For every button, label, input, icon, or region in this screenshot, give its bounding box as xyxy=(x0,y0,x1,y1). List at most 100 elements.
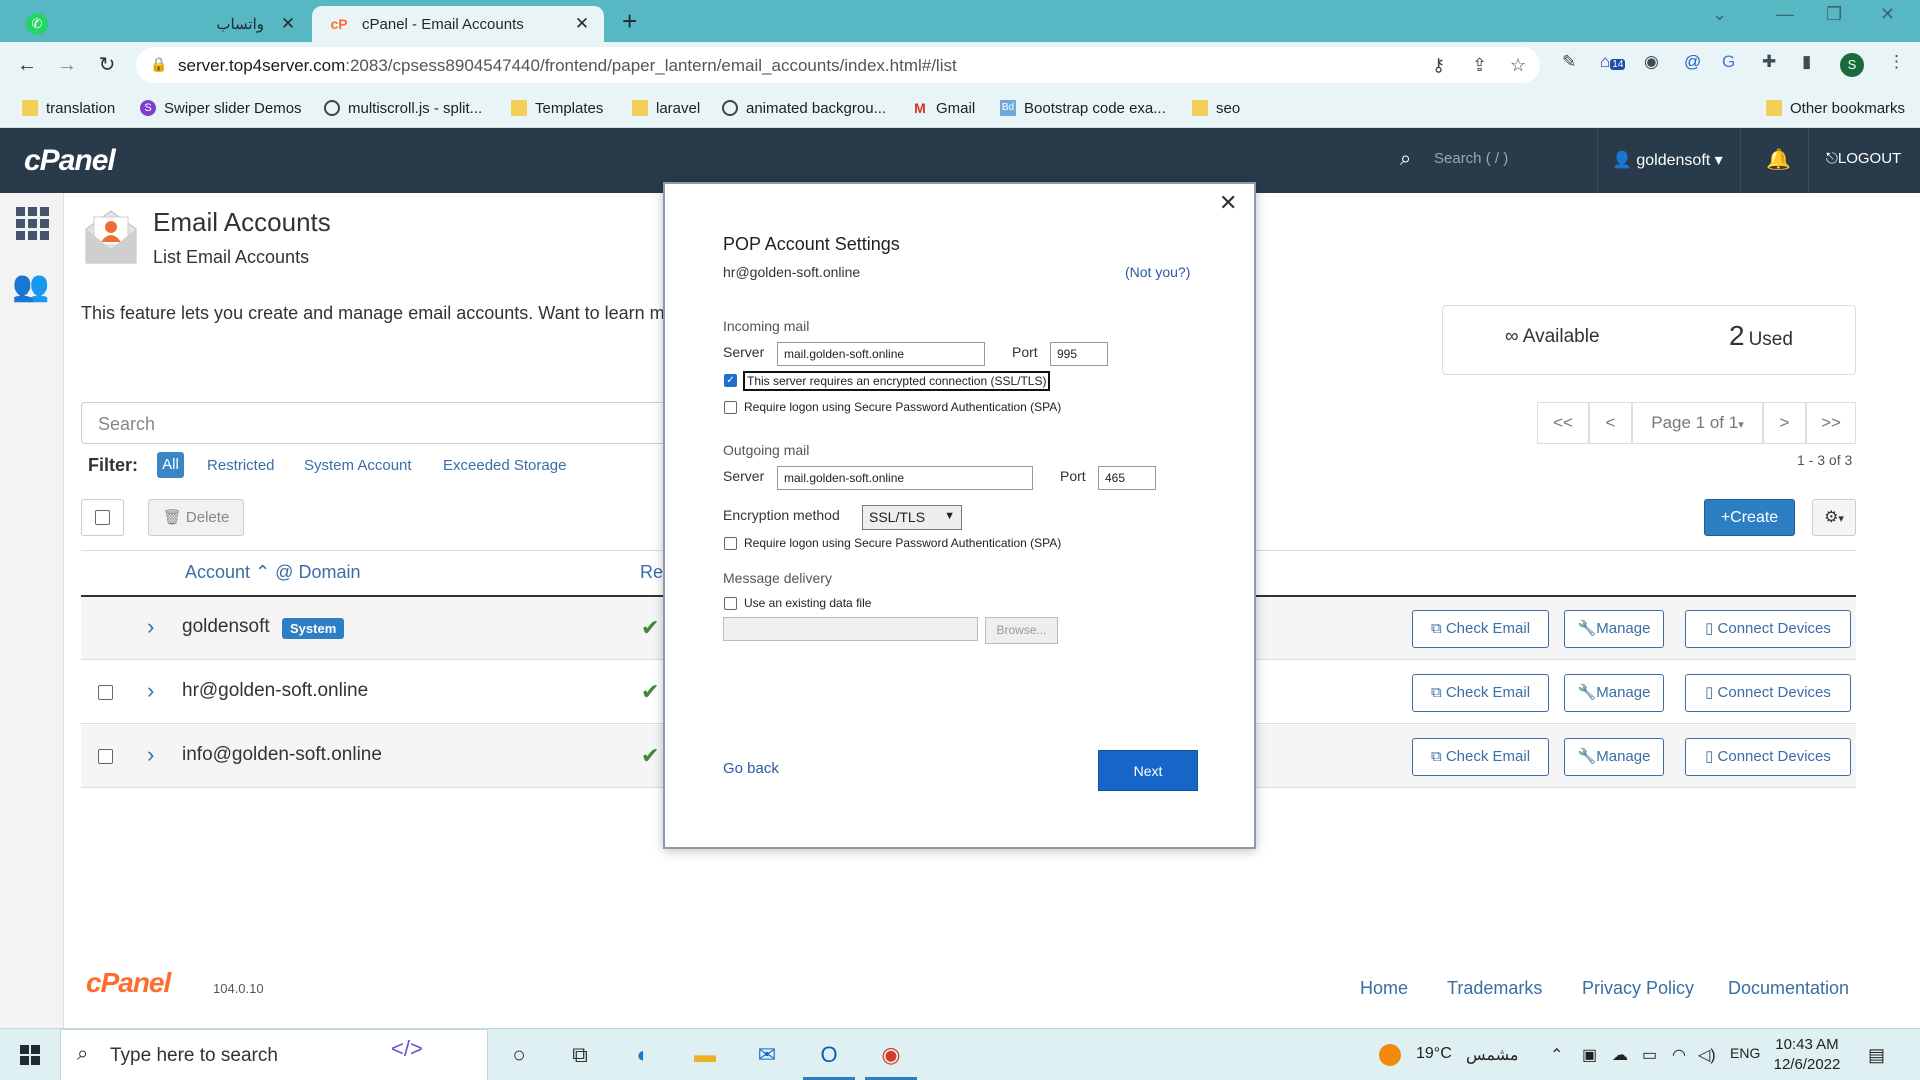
back-arrow-icon[interactable]: ← xyxy=(12,50,42,80)
connect-devices-button[interactable]: ▯ Connect Devices xyxy=(1685,738,1851,776)
footer-link-home[interactable]: Home xyxy=(1360,978,1408,999)
outgoing-spa-checkbox[interactable] xyxy=(724,537,737,550)
connect-devices-button[interactable]: ▯ Connect Devices xyxy=(1685,610,1851,648)
bookmark-templates[interactable]: Templates xyxy=(511,98,603,118)
settings-dropdown-button[interactable]: ⚙▾ xyxy=(1812,499,1856,536)
tray-chevron-up-icon[interactable]: ⌃ xyxy=(1550,1045,1563,1065)
taskbar-search[interactable]: ⌕ Type here to search </> xyxy=(60,1029,488,1080)
url-text[interactable]: server.top4server.com:2083/cpsess8904547… xyxy=(178,56,957,76)
filter-exceeded-storage[interactable]: Exceeded Storage xyxy=(443,457,566,474)
tab-cpanel[interactable]: cP cPanel - Email Accounts ✕ xyxy=(312,6,604,42)
account-search-input[interactable]: Search xyxy=(81,402,663,444)
footer-link-trademarks[interactable]: Trademarks xyxy=(1447,978,1542,999)
close-icon[interactable]: ✕ xyxy=(1219,190,1237,216)
encryption-select[interactable]: SSL/TLS ▼ xyxy=(862,505,962,530)
close-icon[interactable]: ✕ xyxy=(276,14,300,34)
close-icon[interactable]: ✕ xyxy=(570,14,594,34)
select-all-checkbox[interactable] xyxy=(81,499,124,536)
chevron-right-icon[interactable]: › xyxy=(147,614,154,640)
bookmark-laravel[interactable]: laravel xyxy=(632,98,700,118)
column-restrictions[interactable]: Re xyxy=(640,562,663,583)
pager-page-select[interactable]: Page 1 of 1▾ xyxy=(1632,402,1763,444)
bookmark-gmail[interactable]: M Gmail xyxy=(912,98,975,118)
battery-icon[interactable]: ▭ xyxy=(1642,1045,1657,1065)
outgoing-port-input[interactable]: 465 xyxy=(1098,466,1156,490)
column-account-domain[interactable]: Account ⌃ @ Domain xyxy=(185,562,360,583)
ssl-checkbox[interactable]: ✓ xyxy=(724,374,737,387)
manage-button[interactable]: 🔧Manage xyxy=(1564,674,1664,712)
bookmark-multiscroll[interactable]: multiscroll.js - split... xyxy=(324,98,482,118)
star-icon[interactable]: ☆ xyxy=(1510,55,1526,76)
outgoing-spa-label[interactable]: Require logon using Secure Password Auth… xyxy=(744,536,1061,550)
bookmark-seo[interactable]: seo xyxy=(1192,98,1240,118)
chevron-right-icon[interactable]: › xyxy=(147,678,154,704)
cortana-icon[interactable]: ○ xyxy=(502,1038,536,1072)
grid-icon[interactable] xyxy=(16,207,49,240)
sidepanel-icon[interactable]: ▮ xyxy=(1802,52,1811,72)
profile-avatar[interactable]: S xyxy=(1840,53,1864,77)
user-menu[interactable]: 👤 goldensoft ▾ xyxy=(1612,150,1723,170)
not-you-link[interactable]: (Not you?) xyxy=(1125,264,1190,280)
outlook-icon[interactable]: O xyxy=(812,1038,846,1072)
volume-icon[interactable]: ◁) xyxy=(1698,1045,1716,1065)
reload-icon[interactable]: ↻ xyxy=(92,50,122,80)
windows-start-icon[interactable] xyxy=(20,1045,40,1065)
check-email-button[interactable]: ⧉ Check Email xyxy=(1412,674,1549,712)
bookmark-swiper[interactable]: S Swiper slider Demos xyxy=(140,98,302,118)
extension-badge-icon[interactable]: ⌂ 14 xyxy=(1600,52,1626,72)
check-email-button[interactable]: ⧉ Check Email xyxy=(1412,610,1549,648)
incoming-port-input[interactable]: 995 xyxy=(1050,342,1108,366)
incoming-server-input[interactable]: mail.golden-soft.online xyxy=(777,342,985,366)
logout-button[interactable]: ⎋LOGOUT xyxy=(1826,150,1901,167)
bell-icon[interactable]: 🔔 xyxy=(1766,147,1791,172)
wifi-icon[interactable]: ◠ xyxy=(1672,1045,1686,1065)
chevron-down-icon[interactable]: ⌄ xyxy=(1712,4,1727,25)
tray-device-icon[interactable]: ▣ xyxy=(1582,1045,1597,1065)
chrome-icon[interactable]: ◉ xyxy=(874,1038,908,1072)
weather-temp[interactable]: 19°C xyxy=(1416,1045,1452,1063)
connect-devices-button[interactable]: ▯ Connect Devices xyxy=(1685,674,1851,712)
next-button[interactable]: Next xyxy=(1098,750,1198,791)
onedrive-icon[interactable]: ☁ xyxy=(1612,1045,1628,1065)
chevron-right-icon[interactable]: › xyxy=(147,742,154,768)
outgoing-server-input[interactable]: mail.golden-soft.online xyxy=(777,466,1033,490)
forward-arrow-icon[interactable]: → xyxy=(52,50,82,80)
share-icon[interactable]: ⇪ xyxy=(1472,55,1487,76)
key-icon[interactable]: ⚷ xyxy=(1432,55,1445,76)
edge-icon[interactable]: ◐ xyxy=(626,1038,660,1072)
other-bookmarks[interactable]: Other bookmarks xyxy=(1766,98,1905,118)
bookmark-bootstrap[interactable]: Bd Bootstrap code exa... xyxy=(1000,98,1166,118)
incoming-spa-checkbox[interactable] xyxy=(724,401,737,414)
manage-button[interactable]: 🔧Manage xyxy=(1564,610,1664,648)
footer-link-documentation[interactable]: Documentation xyxy=(1728,978,1849,999)
file-explorer-icon[interactable]: ▬ xyxy=(688,1038,722,1072)
pager-prev-button[interactable]: < xyxy=(1589,402,1632,444)
filter-restricted[interactable]: Restricted xyxy=(207,457,275,474)
cpanel-logo[interactable]: cPanel xyxy=(24,144,116,178)
pager-last-button[interactable]: >> xyxy=(1806,402,1856,444)
camera-icon[interactable]: ◉ xyxy=(1644,52,1659,72)
users-icon[interactable]: 👥 xyxy=(12,269,49,304)
pager-first-button[interactable]: << xyxy=(1537,402,1589,444)
filter-system-account[interactable]: System Account xyxy=(304,457,412,474)
window-close-icon[interactable]: ✕ xyxy=(1880,4,1895,25)
filter-all[interactable]: All xyxy=(157,452,184,478)
footer-cpanel-logo[interactable]: cPanel xyxy=(86,967,171,999)
weather-text[interactable]: مشمس xyxy=(1466,1045,1519,1065)
extension-icon[interactable]: ✎ xyxy=(1562,52,1576,72)
restore-icon[interactable]: ❐ xyxy=(1826,4,1842,25)
create-button[interactable]: +Create xyxy=(1704,499,1795,536)
pager-next-button[interactable]: > xyxy=(1763,402,1806,444)
incoming-spa-label[interactable]: Require logon using Secure Password Auth… xyxy=(744,400,1061,414)
cpanel-search-input[interactable]: Search ( / ) xyxy=(1434,150,1508,167)
mail-icon[interactable]: ✉ xyxy=(750,1038,784,1072)
minimize-icon[interactable]: — xyxy=(1776,4,1794,25)
delete-button[interactable]: 🗑 Delete xyxy=(148,499,244,536)
language-indicator[interactable]: ENG xyxy=(1730,1045,1760,1061)
notification-icon[interactable]: ▤ xyxy=(1868,1045,1885,1066)
task-view-icon[interactable]: ⧉ xyxy=(563,1038,597,1072)
bookmark-animated[interactable]: animated backgrou... xyxy=(722,98,886,118)
check-email-button[interactable]: ⧉ Check Email xyxy=(1412,738,1549,776)
footer-link-privacy[interactable]: Privacy Policy xyxy=(1582,978,1694,999)
tab-whatsapp[interactable]: ✆ واتساب ✕ xyxy=(10,6,310,42)
